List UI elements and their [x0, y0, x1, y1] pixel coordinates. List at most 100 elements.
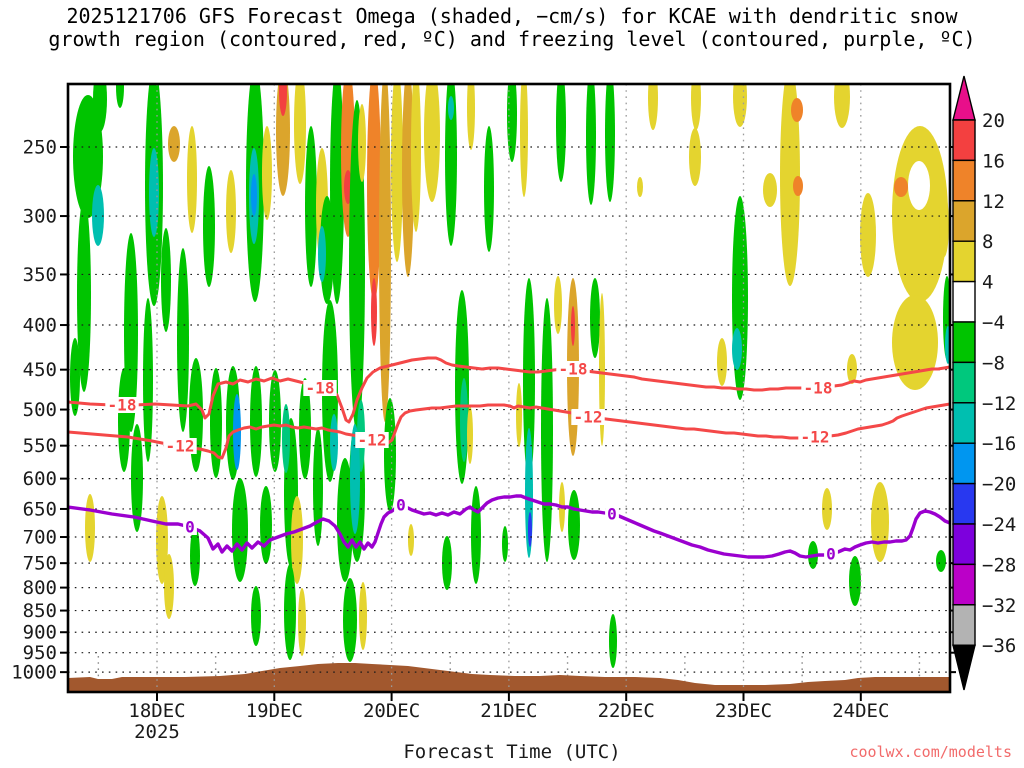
colorbar-under-triangle	[952, 644, 976, 691]
cross-section-plot: -18 -18 -18 -18 -12 -12 -12 -12 0 0 0 0 250 300 350 40…	[11, 75, 1016, 763]
omega-streak	[590, 278, 600, 358]
y-tick-label: 900	[23, 622, 57, 644]
omega-streak	[232, 478, 248, 582]
colorbar-segment	[952, 240, 976, 283]
omega-streak	[732, 328, 742, 370]
weather-chart-page: 2025121706 GFS Forecast Omega (shaded, −…	[0, 0, 1024, 768]
contour-label: -12	[801, 428, 830, 447]
colorbar-label: 4	[982, 272, 993, 294]
omega-streak	[251, 586, 261, 646]
contour-label: -18	[306, 379, 335, 398]
omega-streak	[85, 494, 95, 562]
omega-streak	[939, 193, 949, 257]
x-tick-label: 22DEC	[598, 700, 655, 722]
omega-streak	[793, 176, 803, 196]
omega-streak	[609, 614, 617, 668]
contour-label: -12	[574, 408, 603, 427]
omega-streak	[689, 128, 701, 186]
y-tick-label: 650	[23, 498, 57, 520]
x-tick-label: 18DEC	[128, 700, 185, 722]
x-tick-label: 24DEC	[832, 700, 889, 722]
omega-shading-field	[70, 84, 950, 668]
colorbar-segment	[952, 402, 976, 444]
omega-streak	[118, 368, 130, 472]
colorbar-label: −12	[982, 393, 1016, 415]
contour-label: -18	[804, 379, 833, 398]
y-tick-label: 550	[23, 435, 57, 457]
omega-streak	[164, 554, 174, 619]
omega-streak	[834, 84, 850, 128]
y-tick-label: 450	[23, 359, 57, 381]
omega-streak	[691, 84, 701, 130]
omega-streak	[313, 428, 323, 546]
omega-streak	[860, 193, 876, 277]
omega-streak	[871, 482, 889, 562]
omega-streak	[250, 366, 262, 477]
omega-streak	[298, 588, 306, 656]
omega-streak	[502, 526, 508, 562]
colorbar-label: −20	[982, 474, 1016, 496]
y-tick-label: 1000	[11, 662, 57, 684]
colorbar-segment	[952, 563, 976, 606]
omega-streak	[358, 104, 366, 182]
colorbar-segment	[952, 523, 976, 566]
omega-streak	[187, 126, 197, 233]
omega-streak	[411, 84, 421, 232]
watermark-link[interactable]: coolwx.com/modelts	[849, 743, 1012, 761]
colorbar-label: −4	[982, 312, 1005, 334]
omega-streak	[251, 174, 257, 216]
omega-streak	[168, 126, 180, 162]
omega-streak	[318, 226, 326, 282]
y-tick-label: 600	[23, 468, 57, 490]
omega-streak	[161, 228, 171, 332]
omega-streak	[143, 298, 153, 462]
omega-streak	[149, 148, 159, 237]
omega-streak	[284, 564, 296, 660]
y-tick-label: 300	[23, 206, 57, 228]
contour-label: -12	[358, 431, 387, 450]
colorbar-label: −28	[982, 554, 1016, 576]
omega-streak	[203, 166, 215, 287]
omega-streak	[260, 486, 272, 564]
omega-streak	[93, 84, 107, 132]
colorbar-label: 12	[982, 191, 1005, 213]
omega-streak	[528, 512, 532, 547]
omega-streak	[717, 338, 727, 386]
omega-streak	[282, 404, 290, 473]
omega-streak	[269, 370, 281, 472]
x-tick-label: 19DEC	[246, 700, 303, 722]
omega-streak	[763, 173, 777, 207]
contour-freezing-level-0C	[68, 494, 950, 559]
omega-streak	[262, 126, 272, 220]
omega-streak	[637, 177, 643, 197]
y-tick-label: 850	[23, 600, 57, 622]
omega-streak	[571, 306, 575, 346]
omega-streak	[384, 398, 396, 512]
omega-streak	[359, 582, 367, 650]
colorbar-segment	[952, 361, 976, 404]
omega-streak	[568, 490, 580, 560]
colorbar-segment	[952, 200, 976, 242]
y-tick-label: 400	[23, 315, 57, 337]
x-tick-label: 20DEC	[363, 700, 420, 722]
colorbar-label: −32	[982, 595, 1016, 617]
omega-colorbar: 20 16 12 8 4 −4 −8 −12 −16 −20 −24 −28 −32 −36	[952, 75, 1016, 691]
colorbar-segment	[952, 119, 976, 162]
omega-streak	[908, 161, 930, 210]
omega-streak	[791, 98, 803, 122]
omega-streak	[471, 486, 481, 584]
colorbar-label: 16	[982, 150, 1005, 172]
omega-streak	[305, 126, 317, 287]
omega-streak	[894, 177, 908, 197]
colorbar-label: −8	[982, 352, 1005, 374]
omega-streak	[371, 278, 377, 346]
omega-streak	[424, 84, 440, 202]
y-tick-label: 500	[23, 399, 57, 421]
contour-label: 0	[185, 518, 195, 537]
omega-streak	[936, 550, 946, 572]
omega-streak	[467, 406, 473, 464]
x-year-label: 2025	[134, 721, 180, 743]
omega-streak	[847, 354, 857, 384]
colorbar-segment	[952, 280, 976, 323]
omega-streak	[445, 84, 457, 246]
